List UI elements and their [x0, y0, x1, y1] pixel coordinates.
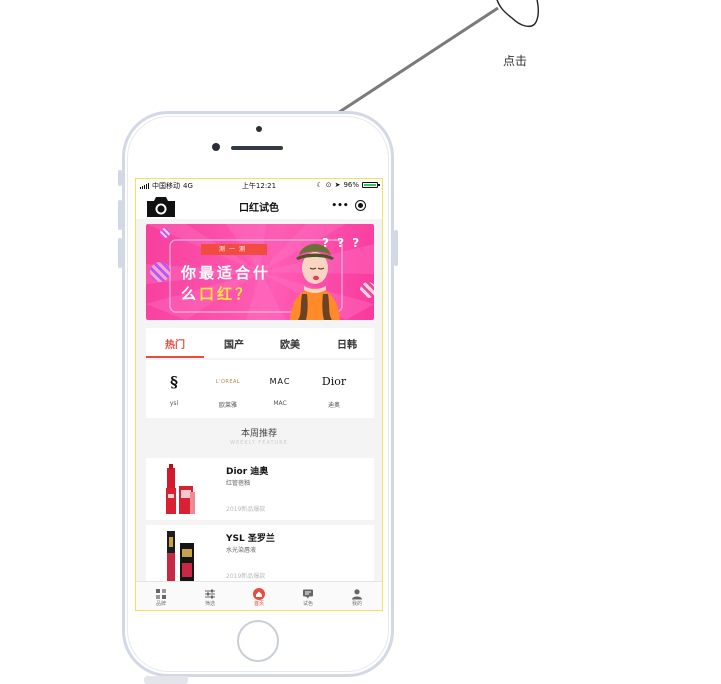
product-meta: 2019新品爆款	[226, 506, 266, 513]
brand-mac-logo[interactable]: MAC	[258, 370, 302, 394]
tab-japan-korea[interactable]: 日韩	[337, 336, 357, 351]
status-right: ☾ ⊙ ➤ 96%	[316, 181, 380, 189]
scroll-hint-tab	[144, 676, 188, 684]
brand-dior-logo[interactable]: Dior	[312, 370, 356, 394]
tabbar-item-filter[interactable]: 筛选	[186, 585, 234, 607]
more-icon[interactable]: •••	[330, 198, 350, 214]
miniprogram-capsule: •••	[328, 198, 378, 214]
weekly-section-subtitle: WEEKLY FEATURE	[230, 440, 288, 446]
close-target-icon[interactable]	[355, 200, 366, 211]
battery-icon	[362, 182, 380, 188]
lock-rotation-icon: ⊙	[325, 181, 332, 189]
tabbar-label: 我的	[351, 601, 362, 607]
home-button[interactable]	[237, 620, 279, 662]
user-icon	[351, 585, 363, 600]
tabbar-label: 筛选	[204, 601, 215, 607]
product-subtitle: 水光染唇液	[226, 547, 257, 554]
brand-loreal-name: 欧莱雅	[218, 402, 237, 409]
banner-headline-2-highlight: 口红？	[199, 285, 254, 303]
product-card[interactable]: YSL 圣罗兰 水光染唇液 2019新品爆款	[146, 525, 374, 587]
product-card[interactable]: Dior 迪奥 红管蓓釉 2019新品爆款	[146, 458, 374, 520]
banner-headline-2: 么口红？	[181, 283, 253, 304]
mute-switch	[118, 170, 122, 186]
product-meta: 2019新品爆款	[226, 573, 266, 580]
moon-icon: ☾	[316, 181, 323, 189]
tabbar-label: 首页	[253, 601, 264, 607]
home-icon	[253, 585, 265, 600]
tabbar-item-me[interactable]: 我的	[333, 585, 381, 607]
front-camera	[256, 126, 262, 132]
brand-grid: § ysl L'OREAL 欧莱雅 MAC MAC Dior 迪奥	[146, 360, 374, 418]
banner-stripe-ball-right	[360, 282, 374, 298]
chat-bubble-icon	[302, 585, 314, 599]
proximity-sensor	[212, 143, 220, 151]
active-tab-underline	[146, 356, 204, 358]
battery-percent: 96%	[343, 181, 359, 189]
banner-model-illustration	[290, 244, 340, 320]
tab-western[interactable]: 欧美	[280, 336, 300, 351]
phone-screen: 中国移动 4G 上午12:21 ☾ ⊙ ➤ 96% 口红试色 ••• 测一测 你…	[135, 178, 383, 611]
hand-pointer-icon	[496, 0, 539, 28]
brand-ysl-name: ysl	[169, 400, 179, 407]
promo-banner[interactable]: 测一测 你最适合什 么口红？ ? ? ?	[146, 224, 374, 320]
volume-down-button	[118, 238, 122, 268]
product-lipstick-red-image	[166, 464, 195, 514]
brand-ysl-logo[interactable]: §	[152, 370, 196, 394]
banner-headline-1: 你最适合什	[181, 264, 272, 282]
tabbar-item-home[interactable]: 首页	[235, 585, 283, 607]
power-button	[394, 230, 398, 266]
product-subtitle: 红管蓓釉	[226, 480, 251, 487]
grid-icon	[155, 585, 167, 599]
tab-domestic[interactable]: 国产	[224, 336, 244, 351]
banner-headline-2-prefix: 么	[181, 285, 200, 303]
product-name: Dior 迪奥	[226, 467, 269, 477]
tabbar-item-try[interactable]: 试色	[284, 585, 332, 607]
tap-annotation-label: 点击	[503, 54, 528, 68]
status-bar: 中国移动 4G 上午12:21 ☾ ⊙ ➤ 96%	[136, 179, 382, 193]
banner-stripe-ball-left	[150, 262, 170, 282]
bottom-tab-bar: 品牌 筛选 首页 试色 我的	[136, 581, 382, 610]
location-icon: ➤	[334, 181, 341, 189]
banner-stripe-ball-top	[160, 228, 170, 238]
filter-sliders-icon	[204, 585, 216, 599]
tabbar-label: 试色	[302, 601, 313, 607]
nav-bar: 口红试色 •••	[136, 193, 382, 219]
tabbar-label: 品牌	[155, 601, 166, 607]
product-lipstick-dark-image	[167, 531, 194, 581]
volume-up-button	[118, 200, 122, 230]
category-tabs: 热门 国产 欧美 日韩	[146, 328, 374, 358]
brand-loreal-logo[interactable]: L'OREAL	[206, 370, 250, 394]
brand-mac-name: MAC	[273, 400, 287, 407]
brand-dior-name: 迪奥	[327, 402, 340, 409]
banner-tag: 测一测	[201, 244, 267, 255]
weekly-section-title: 本周推荐	[240, 429, 277, 439]
product-name: YSL 圣罗兰	[226, 534, 275, 544]
tabbar-item-brand[interactable]: 品牌	[137, 585, 185, 607]
earpiece-speaker	[231, 146, 283, 150]
tab-hot[interactable]: 热门	[165, 336, 185, 351]
